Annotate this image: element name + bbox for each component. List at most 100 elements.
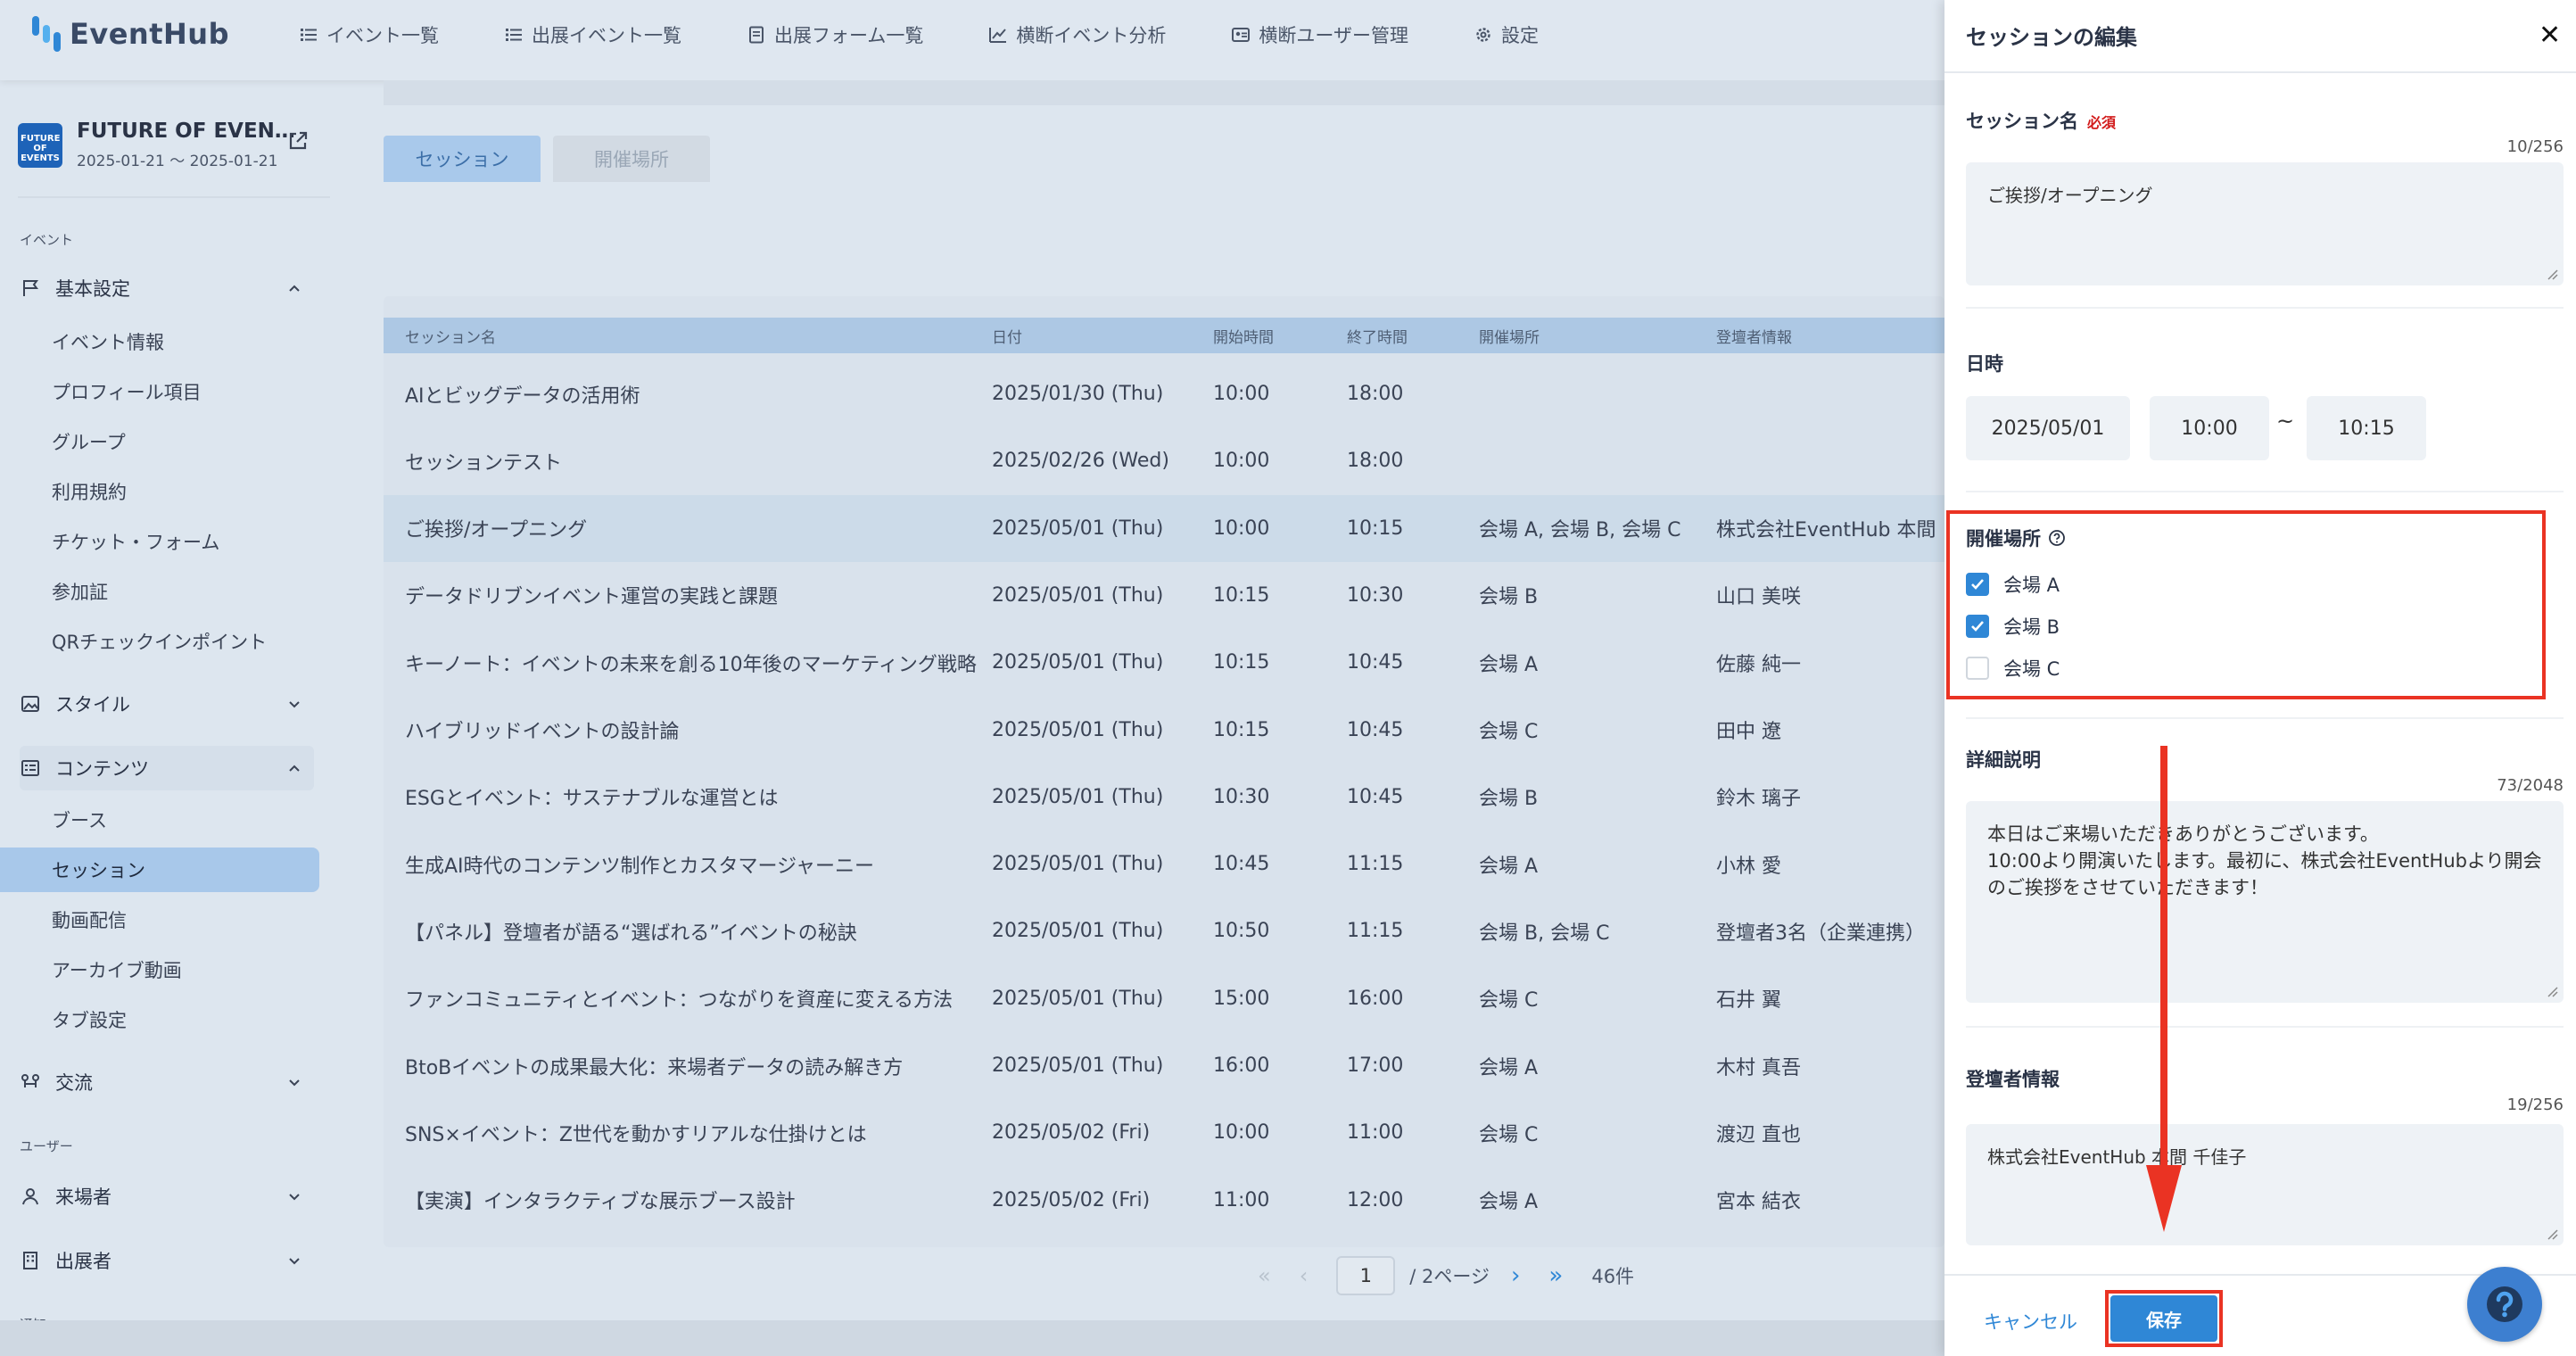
table-row[interactable]: セッションテスト 2025/02/26 (Wed) 10:00 18:00 — [384, 427, 1944, 494]
column-header[interactable]: 日付 — [992, 325, 1022, 347]
prev-page-icon[interactable]: ‹ — [1300, 1263, 1309, 1288]
sidebar-item-basic-settings[interactable]: 基本設定 — [20, 266, 314, 310]
help-chat-button[interactable] — [2467, 1267, 2542, 1342]
table-cell: 10:45 — [1347, 718, 1404, 741]
table-cell: ハイブリッドイベントの設計論 — [405, 721, 680, 743]
sidebar-child-streaming[interactable]: 動画配信 — [0, 897, 319, 942]
sidebar-item-exhibitors[interactable]: 出展者 — [20, 1238, 314, 1283]
table-row[interactable]: データドリブンイベント運営の実践と課題 2025/05/01 (Thu) 10:15… — [384, 562, 1944, 629]
logo-text: EventHub — [70, 17, 229, 51]
sidebar-child-tab-settings[interactable]: タブ設定 — [0, 997, 319, 1042]
sidebar-item-label: 交流 — [55, 1072, 93, 1094]
table-cell: 2025/01/30 (Thu) — [992, 383, 1164, 405]
sidebar-item-style[interactable]: スタイル — [20, 682, 314, 726]
logo[interactable]: EventHub — [30, 14, 229, 54]
nav-item-cross-analytics[interactable]: 横断イベント分析 — [989, 21, 1166, 48]
end-time-field[interactable]: 10:15 — [2307, 396, 2426, 460]
field-divider — [1966, 491, 2564, 492]
last-page-icon[interactable]: » — [1548, 1262, 1563, 1289]
table-cell: 11:15 — [1347, 920, 1404, 943]
nav-item-exhibit-forms[interactable]: 出展フォーム一覧 — [747, 21, 923, 48]
table-cell: キーノート：イベントの未来を創る10年後のマーケティング戦略 — [405, 653, 977, 676]
column-header[interactable]: 終了時間 — [1347, 325, 1408, 347]
session-name-value: ご挨拶/オープニング — [1987, 185, 2153, 206]
table-row[interactable]: ハイブリッドイベントの設計論 2025/05/01 (Thu) 10:15 10:45… — [384, 697, 1944, 764]
cancel-button[interactable]: キャンセル — [1984, 1308, 2077, 1335]
column-header[interactable]: 開催場所 — [1479, 325, 1540, 347]
event-switcher[interactable]: FUTURE OF EVENTS FUTURE OF EVEN… 2025-01… — [18, 120, 295, 170]
table-cell: 2025/05/01 (Thu) — [992, 920, 1164, 943]
pagination: « ‹ 1 / 2ページ › » 46件 — [1258, 1256, 1634, 1295]
chevron-up-icon — [289, 765, 300, 772]
nav-item-settings[interactable]: 設定 — [1474, 21, 1539, 48]
table-cell: 10:45 — [1213, 853, 1270, 876]
sidebar: FUTURE OF EVENTS FUTURE OF EVEN… 2025-01… — [0, 80, 330, 1356]
table-cell: 11:15 — [1347, 853, 1404, 876]
first-page-icon[interactable]: « — [1258, 1263, 1271, 1288]
sidebar-item-label: コンテンツ — [55, 758, 149, 780]
table-cell: 2025/05/02 (Fri) — [992, 1121, 1151, 1145]
nav-item-events[interactable]: イベント一覧 — [300, 21, 439, 48]
nav-item-exhibit-events[interactable]: 出展イベント一覧 — [505, 21, 681, 48]
table-row[interactable]: ファンコミュニティとイベント：つながりを資産に変える方法 2025/05/01 (… — [384, 965, 1944, 1032]
column-header[interactable]: 登壇者情報 — [1716, 325, 1792, 347]
table-row[interactable]: ESGとイベント：サステナブルな運営とは 2025/05/01 (Thu) 10:3… — [384, 764, 1944, 831]
table-cell: 10:15 — [1347, 517, 1404, 540]
sidebar-child-terms[interactable]: 利用規約 — [0, 469, 319, 514]
tab-venues[interactable]: 開催場所 — [553, 136, 710, 182]
nav-item-cross-users[interactable]: 横断ユーザー管理 — [1232, 21, 1408, 48]
table-row[interactable]: キーノート：イベントの未来を創る10年後のマーケティング戦略 2025/05/01… — [384, 629, 1944, 696]
table-row[interactable]: 生成AI時代のコンテンツ制作とカスタマージャーニー 2025/05/01 (Thu… — [384, 831, 1944, 897]
table-cell: 11:00 — [1347, 1121, 1404, 1145]
start-time-field[interactable]: 10:00 — [2150, 396, 2269, 460]
sidebar-child-archive-videos[interactable]: アーカイブ動画 — [0, 947, 319, 992]
table-cell: 石井 翼 — [1716, 989, 1781, 1013]
column-header[interactable]: 開始時間 — [1213, 325, 1274, 347]
sidebar-child-tickets-forms[interactable]: チケット・フォーム — [0, 519, 319, 564]
sidebar-item-contents[interactable]: コンテンツ — [20, 746, 314, 790]
table-row[interactable]: AIとビッグデータの活用術 2025/01/30 (Thu) 10:00 18:00 — [384, 360, 1944, 427]
sidebar-child-event-info[interactable]: イベント情報 — [0, 319, 319, 364]
resize-handle-icon[interactable] — [2546, 268, 2558, 280]
nav-item-label: 出展フォーム一覧 — [774, 25, 924, 46]
close-icon[interactable]: ✕ — [2539, 20, 2561, 51]
sidebar-item-visitors[interactable]: 来場者 — [20, 1174, 314, 1219]
sidebar-child-badge[interactable]: 参加証 — [0, 569, 319, 614]
table-cell: 10:45 — [1347, 651, 1404, 674]
sidebar-item-exchange[interactable]: 交流 — [20, 1060, 314, 1104]
date-field[interactable]: 2025/05/01 — [1966, 396, 2130, 460]
sidebar-child-sessions[interactable]: セッション — [0, 848, 319, 892]
sidebar-child-groups[interactable]: グループ — [0, 419, 319, 464]
user-card-icon — [1232, 28, 1251, 42]
gear-icon — [1476, 28, 1490, 42]
next-page-icon[interactable]: › — [1511, 1262, 1520, 1289]
external-link-icon[interactable] — [287, 130, 309, 152]
chevron-up-icon — [289, 285, 300, 292]
tab-sessions[interactable]: セッション — [384, 136, 541, 182]
page-input[interactable]: 1 — [1336, 1256, 1396, 1295]
sessions-table: セッション名 日付 開始時間 終了時間 開催場所 登壇者情報 AIとビッグデータ… — [384, 296, 1944, 1247]
speaker-field[interactable]: 株式会社EventHub 本間 千佳子 — [1966, 1124, 2564, 1245]
resize-handle-icon[interactable] — [2546, 985, 2558, 997]
table-cell: 10:00 — [1213, 450, 1270, 473]
session-name-label-text: セッション名 — [1966, 111, 2078, 132]
table-row[interactable]: ご挨拶/オープニング 2025/05/01 (Thu) 10:00 10:15 会場 A… — [384, 494, 1944, 562]
table-cell: 会場 A — [1479, 1056, 1539, 1079]
sidebar-child-qr-checkin[interactable]: QRチェックインポイント — [0, 619, 319, 664]
table-cell: 10:00 — [1213, 383, 1270, 405]
sidebar-child-booths[interactable]: ブース — [0, 798, 319, 842]
table-row[interactable]: 【実演】インタラクティブな展示ブース設計 2025/05/02 (Fri) 11:0… — [384, 1167, 1944, 1234]
table-cell: 10:00 — [1213, 517, 1270, 540]
table-cell: 2025/05/01 (Thu) — [992, 987, 1164, 1010]
sidebar-child-profile-fields[interactable]: プロフィール項目 — [0, 369, 319, 414]
description-field[interactable]: 本日はご来場いただきありがとうございます。 10:00より開演いたします。最初に… — [1966, 801, 2564, 1003]
nav-item-label: イベント一覧 — [326, 25, 439, 46]
table-row[interactable]: SNS×イベント：Z世代を動かすリアルな仕掛けとは 2025/05/02 (Fri… — [384, 1099, 1944, 1166]
resize-handle-icon[interactable] — [2546, 1228, 2558, 1240]
table-row[interactable]: BtoBイベントの成果最大化：来場者データの読み解き方 2025/05/01 (T… — [384, 1032, 1944, 1099]
question-chat-icon — [2487, 1286, 2522, 1322]
table-row[interactable]: 【パネル】登壇者が語る“選ばれる”イベントの秘訣 2025/05/01 (Thu)… — [384, 897, 1944, 964]
session-name-field[interactable]: ご挨拶/オープニング — [1966, 162, 2564, 285]
contents-icon — [21, 760, 39, 776]
column-header[interactable]: セッション名 — [405, 325, 496, 347]
